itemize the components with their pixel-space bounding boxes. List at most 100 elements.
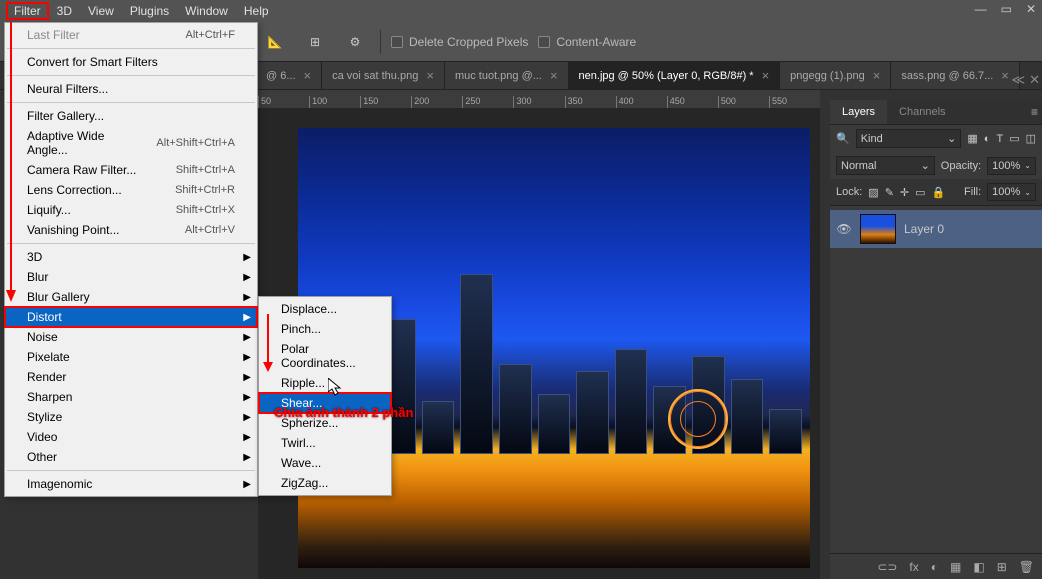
content-aware-check[interactable]: Content-Aware — [538, 35, 636, 49]
tab-layers[interactable]: Layers — [830, 100, 887, 124]
checkbox-icon[interactable] — [391, 36, 403, 48]
blend-mode-select[interactable]: Normal⌄ — [836, 156, 935, 175]
lock-all-icon[interactable]: 🔒 — [932, 186, 946, 199]
menu-other-sub[interactable]: Other▶ — [5, 447, 257, 467]
tab-item[interactable]: @ 6... × — [256, 62, 322, 89]
tab-item-active[interactable]: nen.jpg @ 50% (Layer 0, RGB/8#) * × — [569, 62, 781, 89]
tab-channels[interactable]: Channels — [887, 100, 957, 124]
ruler-tick: 150 — [360, 96, 411, 108]
search-icon[interactable]: 🔍 — [836, 132, 850, 145]
tab-item[interactable]: pngegg (1).png× — [780, 62, 891, 89]
visibility-icon[interactable]: 👁 — [836, 222, 852, 236]
menu-3d[interactable]: 3D — [49, 2, 80, 20]
menu-stylize-sub[interactable]: Stylize▶ — [5, 407, 257, 427]
lock-paint-icon[interactable]: ✎ — [885, 186, 894, 199]
panel-close-icon[interactable]: ✕ — [1029, 72, 1040, 88]
menu-blur-gallery-sub[interactable]: Blur Gallery▶ — [5, 287, 257, 307]
checkbox-icon[interactable] — [538, 36, 550, 48]
filter-smart-icon[interactable]: ◫ — [1026, 132, 1036, 145]
ruler-horizontal: 50 100 150 200 250 300 350 400 450 500 5… — [258, 90, 820, 108]
menu-lens-correction[interactable]: Lens Correction...Shift+Ctrl+R — [5, 180, 257, 200]
menu-imagenomic-sub[interactable]: Imagenomic▶ — [5, 474, 257, 494]
filter-type-icon[interactable]: T — [996, 133, 1003, 145]
close-icon[interactable]: × — [873, 68, 881, 83]
link-layers-icon[interactable]: ⊂⊃ — [877, 560, 897, 574]
menubar: Filter 3D View Plugins Window Help — [0, 0, 1042, 22]
menu-ripple[interactable]: Ripple... — [259, 373, 391, 393]
tab-item[interactable]: muc tuot.png @... × — [445, 62, 569, 89]
lock-label: Lock: — [836, 186, 862, 198]
trash-icon[interactable]: 🗑 — [1019, 560, 1034, 574]
close-icon[interactable]: × — [762, 68, 770, 83]
delete-cropped-check[interactable]: Delete Cropped Pixels — [391, 35, 528, 49]
ruler-tick: 550 — [769, 96, 820, 108]
close-icon[interactable]: × — [304, 68, 312, 83]
menu-noise-sub[interactable]: Noise▶ — [5, 327, 257, 347]
menu-displace[interactable]: Displace... — [259, 299, 391, 319]
new-layer-icon[interactable]: ⊞ — [997, 560, 1007, 574]
tab-label: ca voi sat thu.png — [332, 70, 418, 82]
panel-menu-icon[interactable]: ≡ — [1031, 105, 1038, 119]
menu-distort-sub[interactable]: Distort▶ — [5, 307, 257, 327]
close-icon[interactable]: × — [550, 68, 558, 83]
menu-pinch[interactable]: Pinch... — [259, 319, 391, 339]
tab-item[interactable]: ca voi sat thu.png × — [322, 62, 445, 89]
menu-polar[interactable]: Polar Coordinates... — [259, 339, 391, 373]
grid-icon[interactable]: ⊞ — [300, 27, 330, 57]
menu-3d-sub[interactable]: 3D▶ — [5, 247, 257, 267]
lock-position-icon[interactable]: ✛ — [900, 186, 909, 199]
menu-sharpen-sub[interactable]: Sharpen▶ — [5, 387, 257, 407]
layer-thumbnail[interactable] — [860, 214, 896, 244]
menu-adaptive-wide[interactable]: Adaptive Wide Angle...Alt+Shift+Ctrl+A — [5, 126, 257, 160]
filter-shape-icon[interactable]: ▭ — [1009, 132, 1019, 145]
menu-neural-filters[interactable]: Neural Filters... — [5, 79, 257, 99]
menu-convert-smart[interactable]: Convert for Smart Filters — [5, 52, 257, 72]
tab-label: @ 6... — [266, 70, 296, 82]
tab-label: muc tuot.png @... — [455, 70, 542, 82]
menu-view[interactable]: View — [80, 2, 122, 20]
fx-icon[interactable]: fx — [909, 560, 918, 574]
opacity-input[interactable]: 100%⌄ — [987, 157, 1036, 175]
ruler-tick: 400 — [616, 96, 667, 108]
kind-select[interactable]: Kind⌄ — [856, 129, 962, 148]
lock-pixels-icon[interactable]: ▨ — [868, 186, 878, 199]
tab-item[interactable]: sass.png @ 66.7...× — [891, 62, 1019, 89]
close-icon[interactable]: × — [426, 68, 434, 83]
mask-icon[interactable]: ◐ — [931, 560, 938, 574]
group-icon[interactable]: ◧ — [973, 560, 984, 574]
menu-render-sub[interactable]: Render▶ — [5, 367, 257, 387]
panel-chevron-icon[interactable]: ≪ — [1011, 72, 1025, 88]
menu-pixelate-sub[interactable]: Pixelate▶ — [5, 347, 257, 367]
fill-label: Fill: — [964, 186, 981, 198]
close-btn[interactable]: ✕ — [1026, 2, 1036, 16]
close-icon[interactable]: × — [1001, 68, 1009, 83]
layer-item[interactable]: 👁 Layer 0 — [830, 210, 1042, 248]
menu-camera-raw[interactable]: Camera Raw Filter...Shift+Ctrl+A — [5, 160, 257, 180]
menu-vanishing-point[interactable]: Vanishing Point...Alt+Ctrl+V — [5, 220, 257, 240]
adjustment-icon[interactable]: ▦ — [950, 560, 961, 574]
menu-wave[interactable]: Wave... — [259, 453, 391, 473]
tab-label: nen.jpg @ 50% (Layer 0, RGB/8#) * — [579, 70, 754, 82]
ruler-tick: 300 — [513, 96, 564, 108]
straighten-icon[interactable]: 📐 — [260, 27, 290, 57]
menu-zigzag[interactable]: ZigZag... — [259, 473, 391, 493]
menu-blur-sub[interactable]: Blur▶ — [5, 267, 257, 287]
minimize-btn[interactable]: — — [975, 2, 987, 16]
ruler-tick: 350 — [565, 96, 616, 108]
restore-btn[interactable]: ▭ — [1001, 2, 1012, 16]
menu-video-sub[interactable]: Video▶ — [5, 427, 257, 447]
filter-pixel-icon[interactable]: ▦ — [967, 132, 977, 145]
menu-twirl[interactable]: Twirl... — [259, 433, 391, 453]
layers-list: 👁 Layer 0 — [830, 206, 1042, 553]
menu-filter[interactable]: Filter — [6, 2, 49, 20]
layer-name[interactable]: Layer 0 — [904, 222, 944, 236]
menu-plugins[interactable]: Plugins — [122, 2, 177, 20]
gear-icon[interactable]: ⚙ — [340, 27, 370, 57]
lock-artboard-icon[interactable]: ▭ — [915, 186, 925, 199]
menu-help[interactable]: Help — [236, 2, 277, 20]
filter-adjust-icon[interactable]: ◐ — [984, 133, 991, 145]
fill-input[interactable]: 100%⌄ — [987, 183, 1036, 201]
menu-filter-gallery[interactable]: Filter Gallery... — [5, 106, 257, 126]
menu-liquify[interactable]: Liquify...Shift+Ctrl+X — [5, 200, 257, 220]
menu-window[interactable]: Window — [177, 2, 236, 20]
